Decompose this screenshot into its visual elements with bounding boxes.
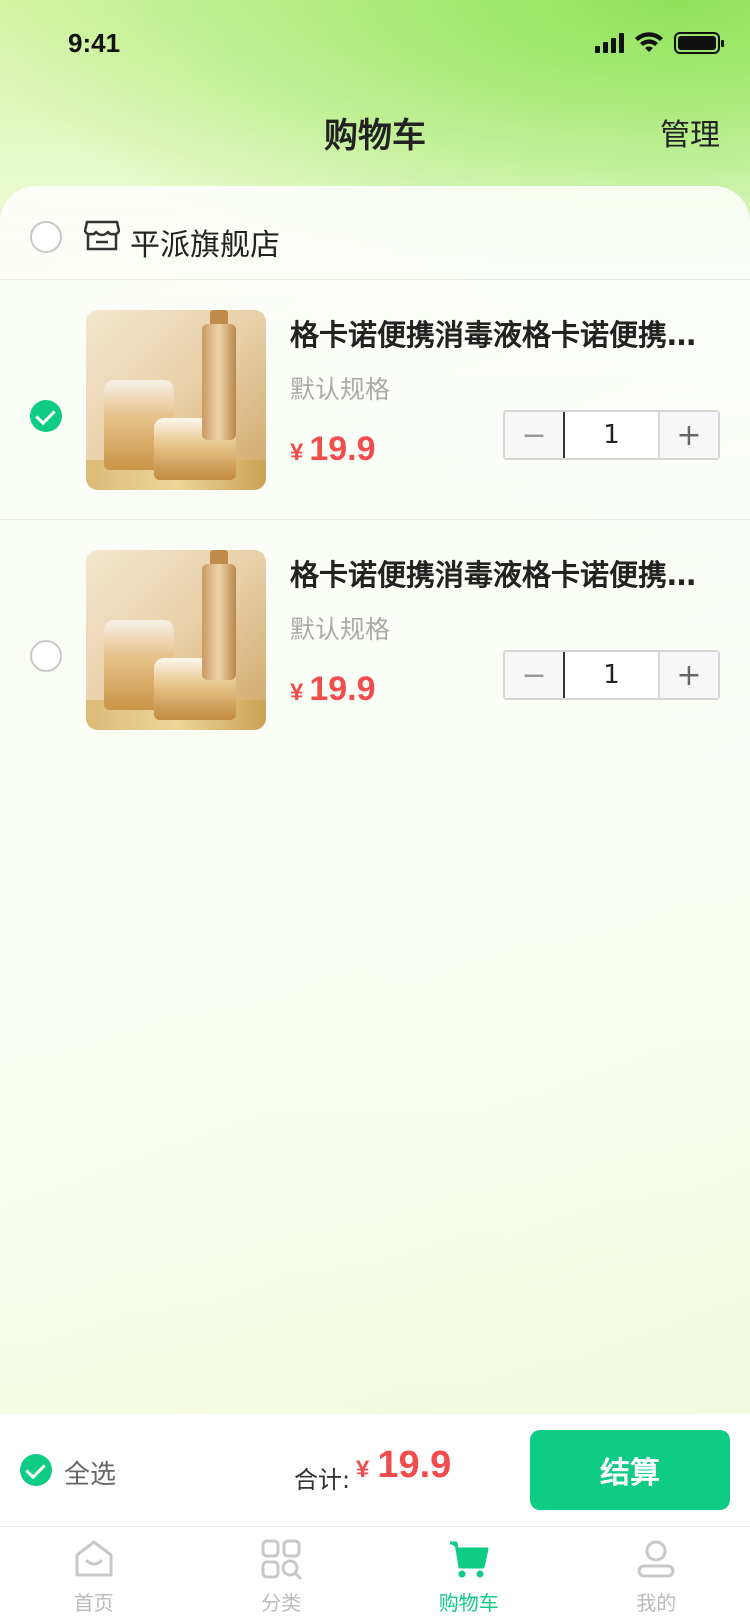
product-price: ¥19.9	[290, 430, 376, 469]
signal-icon	[595, 33, 624, 53]
select-all-radio[interactable]	[20, 1454, 52, 1486]
cart-icon	[449, 1541, 489, 1578]
quantity-stepper: − 1 +	[503, 650, 720, 700]
tab-label: 购物车	[438, 1591, 499, 1615]
user-icon	[637, 1540, 675, 1578]
currency-symbol: ¥	[356, 1456, 370, 1483]
decrease-button[interactable]: −	[505, 412, 563, 458]
wifi-icon	[635, 32, 663, 52]
increase-button[interactable]: +	[660, 652, 718, 698]
item-select-radio[interactable]	[30, 640, 62, 672]
status-time: 9:41	[68, 28, 121, 58]
item-select-radio[interactable]	[30, 400, 62, 432]
cart-item: 格卡诺便携消毒液格卡诺便携消毒液 默认规格 ¥19.9 − 1 +	[0, 520, 750, 760]
shop-select-radio[interactable]	[30, 221, 62, 253]
status-bar: 9:41	[0, 0, 750, 90]
product-spec[interactable]: 默认规格	[290, 610, 390, 646]
shop-header: 平派旗舰店	[0, 186, 750, 280]
total-label: 合计:	[294, 1466, 351, 1494]
select-all-label[interactable]: 全选	[64, 1454, 116, 1491]
shop-name[interactable]: 平派旗舰店	[130, 220, 280, 264]
page-title: 购物车	[324, 116, 426, 156]
tab-bar: 首页 分类 购物车 我的	[0, 1527, 750, 1624]
product-title[interactable]: 格卡诺便携消毒液格卡诺便携消毒液	[290, 312, 710, 354]
quantity-input[interactable]: 1	[563, 652, 660, 698]
cart-card: 平派旗舰店 格卡诺便携消毒液格卡诺便携消毒液 默认规格 ¥19.9 − 1 + …	[0, 186, 750, 1414]
total-value: 19.9	[377, 1444, 452, 1486]
tab-category[interactable]: 分类	[188, 1527, 376, 1624]
total-price: ¥19.9	[356, 1444, 451, 1487]
battery-icon	[674, 32, 724, 54]
product-price: ¥19.9	[290, 670, 376, 709]
tab-mine[interactable]: 我的	[563, 1527, 750, 1624]
manage-button[interactable]: 管理	[660, 110, 720, 154]
category-icon	[261, 1539, 302, 1580]
product-image[interactable]	[86, 550, 266, 730]
store-icon	[84, 220, 120, 251]
product-spec[interactable]: 默认规格	[290, 370, 390, 406]
price-value: 19.9	[309, 670, 376, 708]
checkout-bar: 全选 合计: ¥19.9 结算	[0, 1414, 750, 1527]
tab-label: 首页	[73, 1591, 114, 1615]
tab-label: 分类	[261, 1591, 302, 1615]
product-image[interactable]	[86, 310, 266, 490]
status-icons	[595, 32, 724, 54]
home-icon	[75, 1540, 113, 1577]
cart-item: 格卡诺便携消毒液格卡诺便携消毒液 默认规格 ¥19.9 − 1 +	[0, 280, 750, 520]
tab-cart[interactable]: 购物车	[375, 1527, 563, 1624]
quantity-input[interactable]: 1	[563, 412, 660, 458]
product-title[interactable]: 格卡诺便携消毒液格卡诺便携消毒液	[290, 552, 710, 594]
quantity-stepper: − 1 +	[503, 410, 720, 460]
currency-symbol: ¥	[290, 439, 304, 466]
tab-label: 我的	[636, 1591, 677, 1615]
checkout-button[interactable]: 结算	[530, 1430, 730, 1510]
tab-home[interactable]: 首页	[0, 1527, 188, 1624]
price-value: 19.9	[309, 430, 376, 468]
decrease-button[interactable]: −	[505, 652, 563, 698]
increase-button[interactable]: +	[660, 412, 718, 458]
currency-symbol: ¥	[290, 679, 304, 706]
